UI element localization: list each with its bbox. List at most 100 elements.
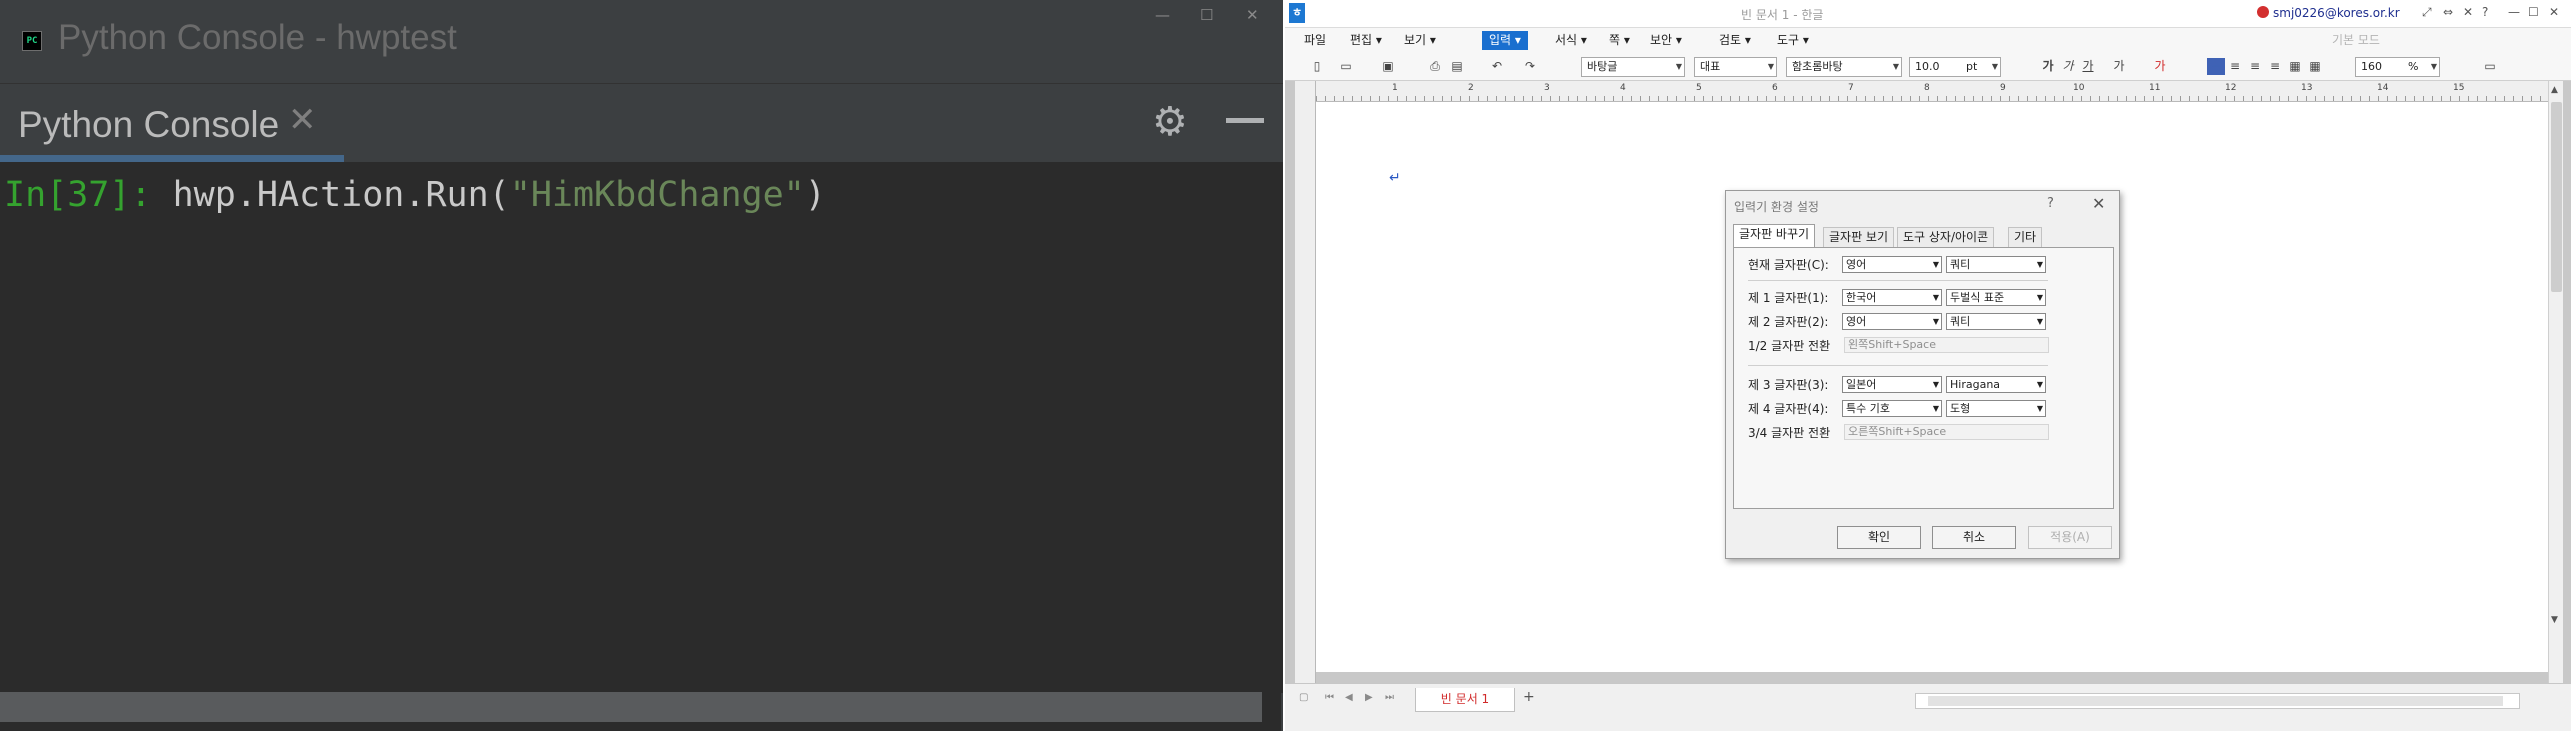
- sheet-icon[interactable]: ▢: [1299, 692, 1308, 703]
- horizontal-ruler[interactable]: 1 2 3 4 5 6 7 8 9 10 11 12 13 14 15: [1316, 81, 2548, 102]
- ruler-tick-label: 14: [2377, 83, 2389, 93]
- horizontal-scrollbar[interactable]: [0, 692, 1262, 722]
- hide-panel-icon[interactable]: [1226, 118, 1264, 123]
- tab-python-console[interactable]: Python Console: [18, 104, 279, 146]
- font-size-input[interactable]: 10.0 pt ▼: [1909, 57, 2001, 77]
- help-icon[interactable]: ?: [2482, 5, 2488, 19]
- scroll-up-icon[interactable]: ▲: [2551, 85, 2558, 95]
- lang-value: 대표: [1700, 60, 1721, 73]
- keyboard-2-layout-select[interactable]: 쿼티 ▼: [1946, 313, 2046, 330]
- keyboard-3-layout-select[interactable]: Hiragana ▼: [1946, 376, 2046, 393]
- font-value: 함초롬바탕: [1792, 60, 1843, 73]
- align-split-icon[interactable]: ▦: [2306, 58, 2324, 75]
- ok-button[interactable]: 확인: [1837, 526, 1921, 549]
- fullscreen-icon[interactable]: ⤢: [2422, 5, 2432, 20]
- underline-button[interactable]: 가: [2079, 58, 2097, 75]
- gear-icon[interactable]: ⚙: [1152, 99, 1188, 145]
- width-fit-icon[interactable]: ⇔: [2443, 5, 2453, 19]
- menu-view[interactable]: 보기 ▾: [1397, 31, 1443, 50]
- print-icon[interactable]: ⎙: [1426, 58, 1444, 75]
- python-console-window: PC Python Console - hwptest — ☐ ✕ Python…: [0, 0, 1283, 731]
- hwp-close-button[interactable]: ✕: [2549, 5, 2559, 19]
- tab-keyboard-view[interactable]: 글자판 보기: [1823, 227, 1895, 247]
- tab-etc[interactable]: 기타: [2008, 227, 2043, 247]
- current-layout-select[interactable]: 쿼티 ▼: [1946, 256, 2046, 273]
- keyboard-4-layout-select[interactable]: 도형 ▼: [1946, 400, 2046, 417]
- keyboard-2-lang-value: 영어: [1846, 315, 1867, 328]
- hwp-toolbar: ▯ ▭ ▣ ⎙ ▤ ↶ ↷ 바탕글 ▼ 대표 ▼ 함초롬바탕 ▼ 10.0 pt ▼ 가 …: [1285, 53, 2571, 81]
- align-right-icon[interactable]: ≡: [2266, 58, 2284, 75]
- menu-page[interactable]: 쪽 ▾: [1602, 31, 1637, 50]
- tab-close-icon[interactable]: ✕: [288, 100, 317, 140]
- keyboard-3-lang-select[interactable]: 일본어 ▼: [1842, 376, 1942, 393]
- hscroll-thumb[interactable]: [1928, 696, 2503, 706]
- document-tab[interactable]: 빈 문서 1: [1415, 688, 1515, 712]
- font-color-button[interactable]: 가: [2151, 58, 2169, 75]
- keyboard-4-lang-select[interactable]: 특수 기호 ▼: [1842, 400, 1942, 417]
- align-left-icon[interactable]: ≡: [2226, 58, 2244, 75]
- hwp-maximize-button[interactable]: ☐: [2528, 5, 2539, 19]
- console-output[interactable]: In[37]: hwp.HAction.Run("HimKbdChange"): [0, 163, 1283, 693]
- menu-input[interactable]: 입력 ▾: [1482, 31, 1528, 50]
- maximize-button[interactable]: ☐: [1200, 6, 1213, 24]
- align-distribute-icon[interactable]: ▦: [2286, 58, 2304, 75]
- code-string-arg: "HimKbdChange": [509, 175, 805, 215]
- menu-tools[interactable]: 도구 ▾: [1770, 31, 1816, 50]
- menu-file[interactable]: 파일: [1297, 31, 1333, 50]
- code-close-paren: ): [804, 175, 826, 215]
- align-justify-icon[interactable]: ≡: [2207, 58, 2225, 75]
- console-input-line[interactable]: In[37]: hwp.HAction.Run("HimKbdChange"): [4, 175, 826, 215]
- scroll-down-icon[interactable]: ▼: [2551, 615, 2558, 625]
- strikeout-button[interactable]: 가: [2110, 58, 2128, 75]
- save-icon[interactable]: ▣: [1379, 58, 1397, 75]
- account-label[interactable]: smj0226@kores.or.kr: [2257, 6, 2400, 20]
- vertical-scrollbar[interactable]: ▲ ▼: [2548, 81, 2563, 683]
- hwp-minimize-button[interactable]: —: [2508, 5, 2520, 19]
- document-hscrollbar[interactable]: [1915, 693, 2520, 709]
- bold-button[interactable]: 가: [2039, 58, 2057, 75]
- italic-button[interactable]: 가: [2059, 58, 2077, 75]
- switch-12-shortcut[interactable]: 왼쪽Shift+Space: [1844, 337, 2049, 353]
- ruler-tick-label: 12: [2225, 83, 2237, 93]
- console-window-title: Python Console - hwptest: [58, 18, 457, 57]
- menu-mode-hint: 기본 모드: [2332, 33, 2380, 47]
- ruler-tick-label: 10: [2073, 83, 2085, 93]
- zoom-input[interactable]: 160% ▼: [2355, 57, 2440, 77]
- first-tab-icon[interactable]: ⏮: [1325, 692, 1334, 703]
- undo-icon[interactable]: ↶: [1488, 58, 1506, 75]
- keyboard-2-lang-select[interactable]: 영어 ▼: [1842, 313, 1942, 330]
- apply-button[interactable]: 적용(A): [2028, 526, 2112, 549]
- redo-icon[interactable]: ↷: [1521, 58, 1539, 75]
- menu-security[interactable]: 보안 ▾: [1643, 31, 1689, 50]
- lang-select[interactable]: 대표 ▼: [1694, 57, 1777, 77]
- last-tab-icon[interactable]: ⏭: [1385, 692, 1394, 703]
- style-select[interactable]: 바탕글 ▼: [1581, 57, 1685, 77]
- tool-close-icon[interactable]: ✕: [2463, 5, 2473, 19]
- minimize-button[interactable]: —: [1155, 6, 1170, 24]
- font-select[interactable]: 함초롬바탕 ▼: [1786, 57, 1902, 77]
- keyboard-1-lang-select[interactable]: 한국어 ▼: [1842, 289, 1942, 306]
- preview-icon[interactable]: ▤: [1448, 58, 1466, 75]
- add-tab-button[interactable]: +: [1523, 689, 1535, 705]
- close-window-button[interactable]: ✕: [1246, 6, 1259, 24]
- menu-format[interactable]: 서식 ▾: [1548, 31, 1594, 50]
- prev-tab-icon[interactable]: ◀: [1345, 692, 1353, 703]
- menu-review[interactable]: 검토 ▾: [1712, 31, 1758, 50]
- current-lang-select[interactable]: 영어 ▼: [1842, 256, 1942, 273]
- tab-toolbox-icons[interactable]: 도구 상자/아이콘: [1897, 227, 1995, 247]
- next-tab-icon[interactable]: ▶: [1365, 692, 1373, 703]
- align-center-icon[interactable]: ≡: [2246, 58, 2264, 75]
- dialog-close-icon[interactable]: ✕: [2092, 194, 2105, 213]
- ime-settings-dialog: 입력기 환경 설정 ? ✕ 글자판 바꾸기 글자판 보기 도구 상자/아이콘 기…: [1725, 190, 2120, 559]
- vertical-ruler[interactable]: [1295, 81, 1316, 683]
- switch-34-shortcut[interactable]: 오른쪽Shift+Space: [1844, 424, 2049, 440]
- keyboard-1-layout-select[interactable]: 두벌식 표준 ▼: [1946, 289, 2046, 306]
- tab-keyboard-switch[interactable]: 글자판 바꾸기: [1733, 224, 1816, 247]
- scroll-thumb[interactable]: [2551, 102, 2562, 292]
- open-folder-icon[interactable]: ▭: [1337, 58, 1355, 75]
- new-document-icon[interactable]: ▯: [1308, 58, 1326, 75]
- menu-edit[interactable]: 편집 ▾: [1343, 31, 1389, 50]
- cancel-button[interactable]: 취소: [1932, 526, 2016, 549]
- view-options-icon[interactable]: ▭: [2481, 58, 2499, 75]
- dialog-help-icon[interactable]: ?: [2047, 196, 2054, 211]
